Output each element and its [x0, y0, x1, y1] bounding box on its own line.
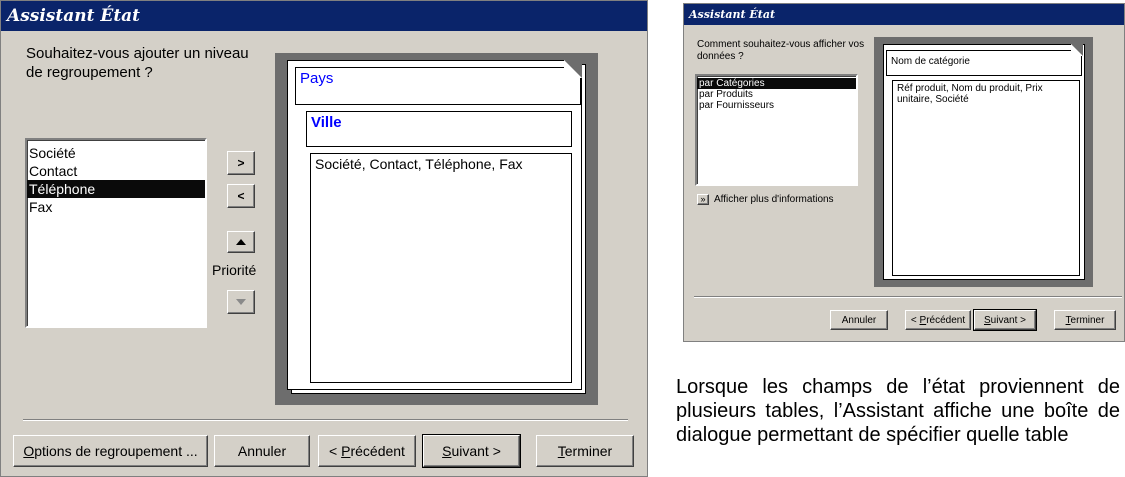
- preview-level-pays: Pays: [295, 67, 581, 105]
- preview-detail-label: Société, Contact, Téléphone, Fax: [315, 156, 523, 172]
- option-par-categories[interactable]: par Catégories: [697, 78, 856, 89]
- more-info-button[interactable]: »: [697, 194, 709, 205]
- previous-button[interactable]: < Précédent: [318, 435, 416, 467]
- right-cancel-label: Annuler: [841, 314, 877, 326]
- left-title-bar: Assistant État: [1, 1, 647, 31]
- preview-category-label: Nom de catégorie: [891, 56, 970, 67]
- available-fields-list[interactable]: Société Contact Téléphone Fax: [25, 138, 207, 328]
- right-previous-label: < Précédent: [910, 314, 966, 326]
- right-previous-button[interactable]: < Précédent: [905, 310, 971, 330]
- preview-pays-label: Pays: [300, 70, 334, 87]
- preview-detail-fields: Société, Contact, Téléphone, Fax: [310, 153, 572, 383]
- right-next-label: Suivant >: [984, 314, 1026, 326]
- right-wizard-dialog: Assistant État Comment souhaitez-vous af…: [683, 3, 1125, 342]
- priority-label: Priorité: [212, 262, 257, 278]
- view-options-list[interactable]: par Catégories par Produits par Fourniss…: [695, 74, 858, 186]
- add-level-label: >: [237, 156, 245, 170]
- right-page-corner-fold: [1071, 44, 1083, 56]
- grouping-options-button[interactable]: Options de regroupement ...: [13, 435, 208, 467]
- cancel-button[interactable]: Annuler: [214, 435, 310, 467]
- more-info-label: Afficher plus d'informations: [714, 194, 834, 205]
- right-finish-button[interactable]: Terminer: [1054, 310, 1116, 330]
- option-par-fournisseurs[interactable]: par Fournisseurs: [697, 100, 856, 111]
- previous-label: < Précédent: [329, 443, 405, 459]
- list-item-telephone[interactable]: Téléphone: [27, 180, 205, 198]
- caption-paragraph: Lorsque les champs de l’état proviennent…: [676, 376, 1120, 446]
- priority-up-button[interactable]: [227, 231, 255, 253]
- more-info-icon: »: [700, 194, 706, 204]
- list-item-fax[interactable]: Fax: [27, 198, 205, 216]
- page-corner-fold: [564, 60, 582, 78]
- remove-level-button[interactable]: <: [227, 184, 255, 208]
- right-next-button[interactable]: Suivant >: [973, 309, 1037, 331]
- preview-ville-label: Ville: [311, 114, 342, 131]
- arrow-up-icon: [236, 239, 246, 245]
- left-question-text: Souhaitez-vous ajouter un niveau de regr…: [26, 45, 249, 81]
- right-title-bar: Assistant État: [684, 4, 1124, 25]
- left-wizard-dialog: Assistant État Souhaitez-vous ajouter un…: [0, 0, 648, 477]
- preview-level-ville: Ville: [306, 111, 572, 147]
- preview-category-header: Nom de catégorie: [886, 50, 1082, 76]
- left-dialog-title: Assistant État: [7, 6, 141, 26]
- cancel-label: Annuler: [237, 443, 287, 459]
- finish-label: Terminer: [557, 443, 613, 459]
- list-item-contact[interactable]: Contact: [27, 162, 205, 180]
- preview-product-detail: Réf produit, Nom du produit, Prix unitai…: [892, 80, 1080, 276]
- preview-product-label: Réf produit, Nom du produit, Prix unitai…: [897, 83, 1043, 105]
- grouping-options-label: Options de regroupement ...: [23, 443, 198, 459]
- finish-button[interactable]: Terminer: [536, 435, 634, 467]
- priority-down-button[interactable]: [227, 290, 255, 314]
- right-dialog-title: Assistant État: [689, 8, 776, 21]
- remove-level-label: <: [237, 189, 245, 203]
- option-par-produits[interactable]: par Produits: [697, 89, 856, 100]
- left-separator: [23, 419, 628, 421]
- right-cancel-button[interactable]: Annuler: [830, 310, 888, 330]
- next-button[interactable]: Suivant >: [422, 434, 521, 468]
- add-level-button[interactable]: >: [227, 151, 255, 175]
- arrow-down-icon: [236, 299, 246, 305]
- next-label: Suivant >: [442, 443, 501, 459]
- right-question-text: Comment souhaitez-vous afficher vos donn…: [697, 39, 865, 62]
- list-item-societe[interactable]: Société: [27, 144, 205, 162]
- right-finish-label: Terminer: [1065, 314, 1105, 326]
- right-separator: [694, 296, 1122, 298]
